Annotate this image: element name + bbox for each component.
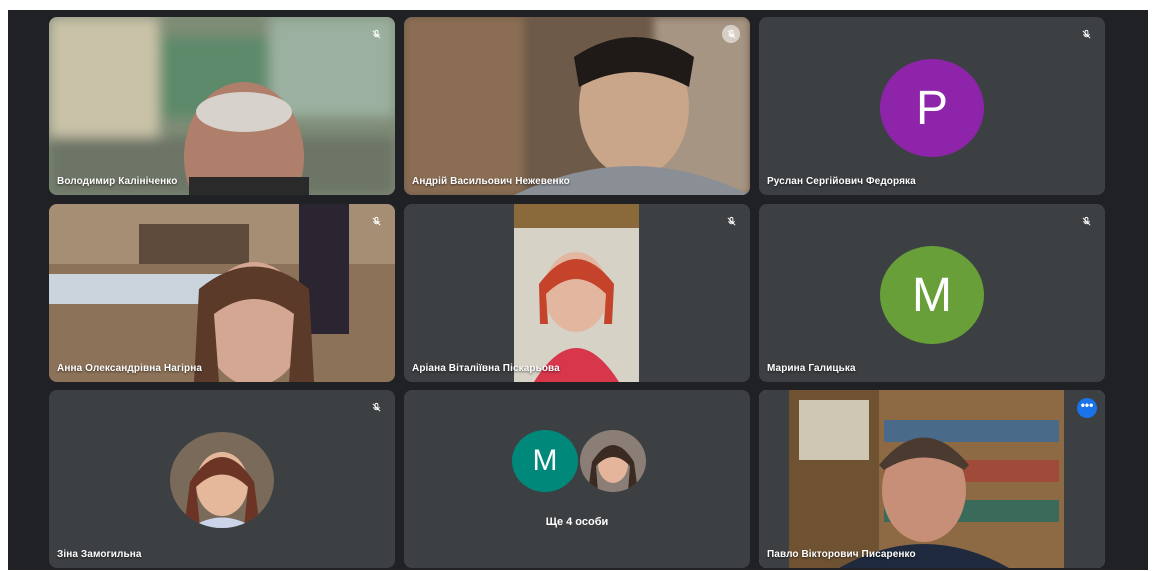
participant-tile[interactable]: Аріана Віталіївна Піскарьова: [404, 204, 750, 382]
participant-tile[interactable]: Андрій Васильович Нежевенко: [404, 17, 750, 195]
meeting-grid: Володимир Калініченко Андрій Васильович …: [8, 10, 1148, 570]
participant-tile[interactable]: Анна Олександрівна Нагірна: [49, 204, 395, 382]
participant-video: [404, 17, 750, 195]
mic-off-icon: [1077, 212, 1095, 230]
others-count-label: Ще 4 особи: [545, 516, 609, 528]
participant-video: [404, 204, 750, 382]
mic-off-icon: [722, 212, 740, 230]
participant-tile[interactable]: Зіна Замогильна: [49, 390, 395, 568]
participant-name: Марина Галицька: [767, 363, 856, 374]
participant-name: Руслан Сергійович Федоряка: [767, 176, 916, 187]
participant-video: [49, 17, 395, 195]
mic-off-icon: [367, 25, 385, 43]
mic-off-icon: [722, 25, 740, 43]
photo-avatar: [580, 430, 646, 492]
avatar: Р: [880, 59, 984, 157]
participant-name: Зіна Замогильна: [57, 549, 142, 560]
participant-video: [759, 390, 1105, 568]
participant-tile[interactable]: Володимир Калініченко: [49, 17, 395, 195]
photo-avatar: [170, 432, 274, 528]
participant-name: Аріана Віталіївна Піскарьова: [412, 363, 560, 374]
mic-off-icon: [367, 398, 385, 416]
participant-tile[interactable]: М Марина Галицька: [759, 204, 1105, 382]
more-options-icon[interactable]: •••: [1077, 398, 1097, 418]
others-tile[interactable]: М Ще 4 особи: [404, 390, 750, 568]
participant-name: Андрій Васильович Нежевенко: [412, 176, 570, 187]
mic-off-icon: [367, 212, 385, 230]
mic-off-icon: [1077, 25, 1095, 43]
avatar: М: [880, 246, 984, 344]
participant-tile[interactable]: Р Руслан Сергійович Федоряка: [759, 17, 1105, 195]
avatar: М: [512, 430, 578, 492]
participant-name: Павло Вікторович Писаренко: [767, 549, 916, 560]
participant-name: Анна Олександрівна Нагірна: [57, 363, 203, 374]
participant-video: [49, 204, 395, 382]
participant-name: Володимир Калініченко: [57, 176, 178, 187]
participant-tile[interactable]: ••• Павло Вікторович Писаренко: [759, 390, 1105, 568]
